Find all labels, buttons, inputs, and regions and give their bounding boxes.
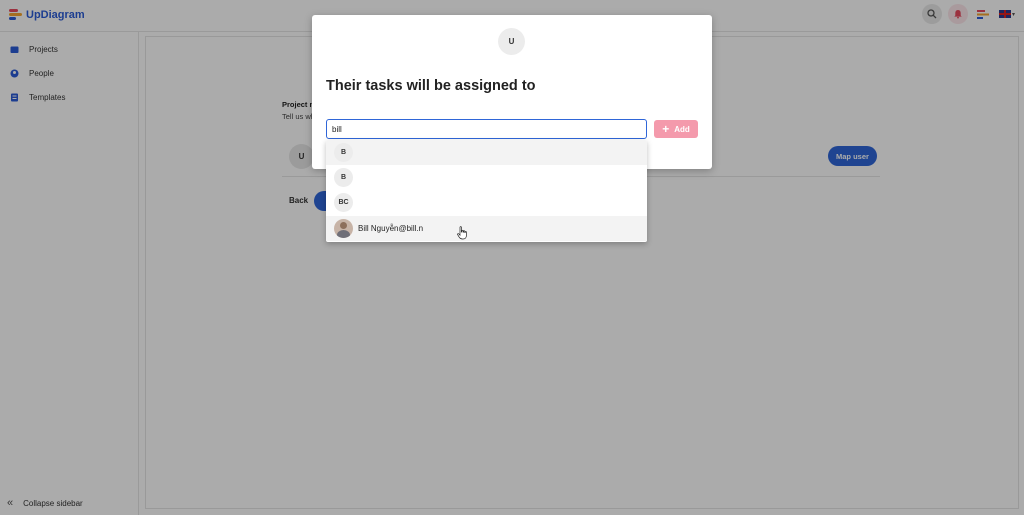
add-button[interactable]: + Add <box>654 120 698 138</box>
avatar: U <box>498 28 525 55</box>
list-item[interactable]: B <box>326 165 647 190</box>
list-item[interactable]: BC <box>326 190 647 215</box>
avatar: B <box>334 143 353 162</box>
avatar <box>334 219 353 238</box>
assignee-suggestions-dropdown: B B BC Bill Nguyễn@bill.n <box>326 140 647 242</box>
hand-pointer-icon <box>457 226 467 240</box>
add-button-label: Add <box>674 124 690 134</box>
avatar: BC <box>334 193 353 212</box>
list-item[interactable]: Bill Nguyễn@bill.n <box>326 216 647 241</box>
modal-title: Their tasks will be assigned to <box>326 78 536 94</box>
assignee-search-input[interactable] <box>326 119 647 139</box>
list-item[interactable]: B <box>326 140 647 165</box>
plus-icon: + <box>662 122 670 136</box>
avatar: B <box>334 168 353 187</box>
option-label: Bill Nguyễn@bill.n <box>358 224 424 233</box>
